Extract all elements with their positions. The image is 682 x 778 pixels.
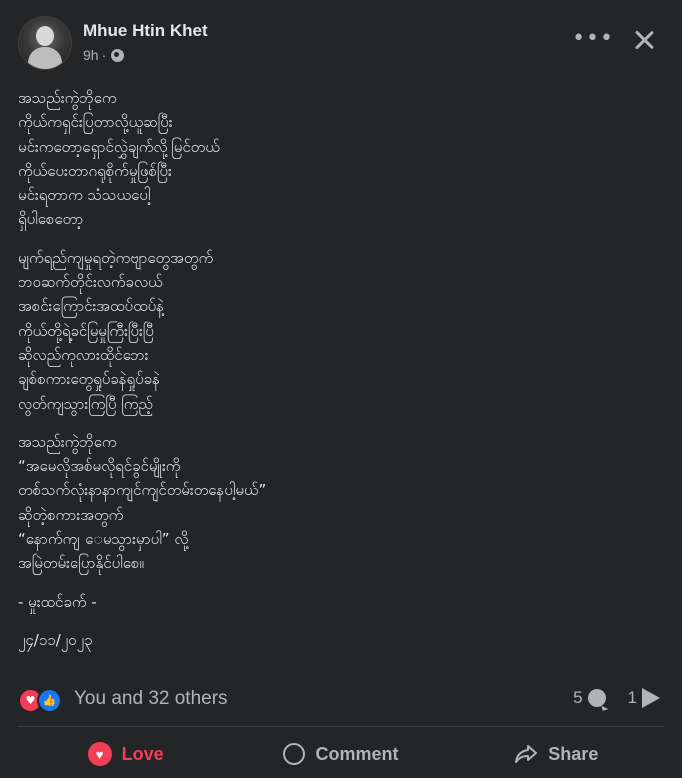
- comment-button[interactable]: Comment: [233, 734, 448, 774]
- avatar-body: [28, 47, 62, 69]
- avatar[interactable]: [18, 16, 72, 70]
- shares-count[interactable]: 1: [628, 688, 660, 708]
- post-time[interactable]: 9h: [83, 47, 99, 63]
- post-paragraph: အသည်းကွဲဘိုကေ ကိုယ်ကရှင်းပြတာလို့ယူဆပြီး…: [18, 89, 220, 229]
- author-name[interactable]: Mhue Htin Khet: [83, 21, 208, 41]
- share-icon: [515, 745, 538, 763]
- action-bar: ♥ Love Comment Share: [18, 734, 664, 774]
- comment-label: Comment: [315, 743, 399, 764]
- post-paragraph: မျက်ရည်ကျမှုရတဲ့ကဗျာတွေအတွက် ဘဝဆက်တိုင်း…: [18, 248, 214, 413]
- like-reaction-icon: 👍: [37, 688, 62, 713]
- comments-count-value: 5: [573, 688, 583, 707]
- globe-icon: [111, 48, 125, 62]
- reaction-summary[interactable]: You and 32 others: [74, 688, 228, 710]
- reaction-icons[interactable]: ♥ 👍: [18, 688, 62, 713]
- divider: [18, 726, 664, 727]
- meta-separator: ·: [101, 47, 107, 63]
- post-content: အသည်းကွဲဘိုကေ ကိုယ်ကရှင်းပြတာလို့ယူဆပြီး…: [18, 86, 658, 666]
- reactions-bar: ♥ 👍 You and 32 others 5 1: [18, 686, 664, 714]
- close-icon[interactable]: [630, 26, 658, 54]
- post-header: Mhue Htin Khet 9h · •••: [18, 16, 664, 76]
- love-label: Love: [121, 743, 164, 764]
- share-label: Share: [548, 743, 599, 764]
- comments-count[interactable]: 5: [573, 688, 606, 708]
- heart-icon: ♥: [87, 742, 112, 766]
- shares-count-value: 1: [627, 688, 637, 707]
- post-meta: 9h ·: [83, 47, 125, 63]
- share-button[interactable]: Share: [449, 734, 664, 774]
- love-button[interactable]: ♥ Love: [18, 734, 233, 774]
- engagement-counts: 5 1: [573, 688, 660, 708]
- comment-icon: [283, 743, 306, 765]
- post-signature: - မှုးထင်ခက် -: [18, 592, 97, 611]
- post-date: ၂၄/၁၁/၂၀၂၃: [18, 630, 93, 649]
- avatar-head: [36, 26, 54, 46]
- share-arrow-icon: [642, 688, 660, 708]
- more-options-button[interactable]: •••: [572, 28, 614, 50]
- post-paragraph: အသည်းကွဲဘိုကေ “အမေလိုအစ်မလိုရင်ခွင်မျိုး…: [18, 432, 267, 573]
- comment-bubble-icon: [587, 689, 606, 707]
